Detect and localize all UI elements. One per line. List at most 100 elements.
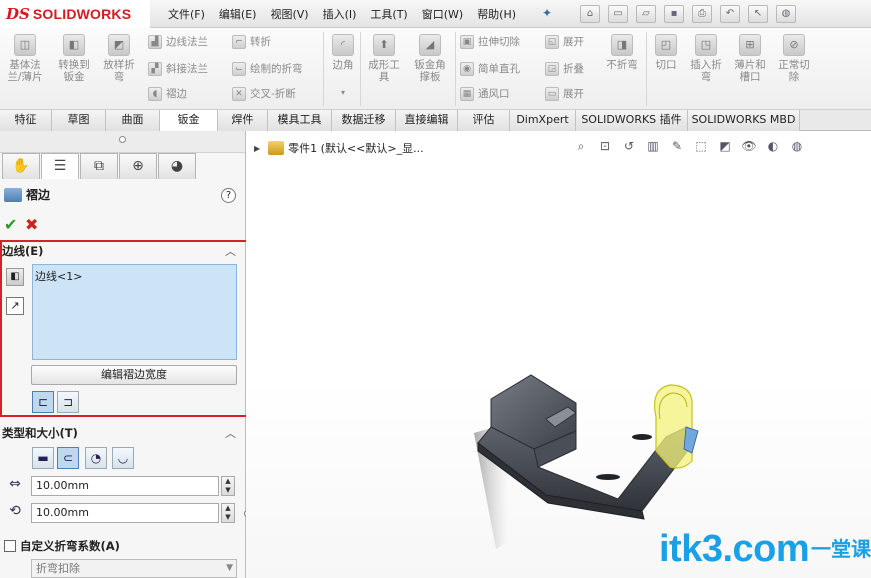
sheet-metal-model[interactable] [246,131,871,578]
miter-flange-icon: ▞ [148,61,162,76]
home-icon[interactable]: ⌂ [580,5,600,23]
configuration-manager-tab-icon[interactable]: ⧉ [80,153,118,179]
normal-cut-label: 正常切 除 [778,59,810,83]
custom-bend-allowance-checkbox[interactable] [4,540,16,552]
pin-icon[interactable]: ✦ [542,6,552,20]
print-icon[interactable]: ⎙ [692,5,712,23]
hem-length-field[interactable]: 10.00mm [31,476,219,496]
edges-group-header[interactable]: 边线(E) ︿ [2,243,242,261]
menu-file[interactable]: 文件(F) [168,6,205,22]
feature-manager-tab-icon[interactable]: ✋ [2,153,40,179]
no-bends-button[interactable]: ◨ 不折弯 [602,34,642,71]
cancel-icon[interactable]: ✖ [25,215,38,234]
lofted-bend-button[interactable]: ◩ 放样折 弯 [99,34,139,83]
tab-features[interactable]: 特征 [0,110,52,131]
panel-splitter[interactable] [0,131,245,153]
watermark-text: itk3.com [659,528,810,570]
quick-access-toolbar: ⌂ ▭ ▱ ▪ ⎙ ↶ ↖ ◍ [580,0,804,28]
tab-direct-editing[interactable]: 直接编辑 [396,110,458,131]
collapse-chevron-icon[interactable]: ︿ [225,243,236,259]
reverse-direction-icon[interactable]: ↗ [6,297,24,315]
material-inside-icon[interactable]: ⊏ [32,391,54,413]
corners-dropdown-icon[interactable]: ▾ [328,87,358,99]
edit-hem-width-button[interactable]: 编辑褶边宽度 [31,365,237,385]
rebuild-icon[interactable]: ◍ [776,5,796,23]
hem-rolled-icon[interactable]: ◡ [112,447,134,469]
convert-sheetmetal-button[interactable]: ◧ 转换到 钣金 [54,34,94,83]
base-flange-icon: ◫ [14,34,36,56]
tab-surfaces[interactable]: 曲面 [106,110,160,131]
hem-closed-icon[interactable]: ▬ [32,447,54,469]
tab-evaluate[interactable]: 评估 [458,110,510,131]
menu-window[interactable]: 窗口(W) [422,6,463,22]
display-manager-tab-icon[interactable]: ◕ [158,153,196,179]
corners-button[interactable]: ◜ 边角 ▾ [328,34,358,99]
rip-button[interactable]: ◰ 切口 [650,34,682,71]
hem-gap-spinner[interactable]: ▲ ▼ [221,503,235,523]
forming-tool-button[interactable]: ⬆ 成形工 具 [364,34,404,83]
bend-allowance-type-select[interactable]: 折弯扣除 ▼ [31,559,237,578]
unfold-label: 展开 [563,36,584,48]
fold-label: 折叠 [563,63,584,75]
selected-edge-highlight [683,426,699,454]
menu-view[interactable]: 视图(V) [270,6,308,22]
hem-open-icon[interactable]: ⊂ [57,447,79,469]
tab-sketch[interactable]: 草图 [52,110,106,131]
jog-button[interactable]: ⌐ 转折 [232,34,271,49]
insert-bends-button[interactable]: ◳ 插入折 弯 [686,34,726,83]
save-icon[interactable]: ▪ [664,5,684,23]
tab-weldments[interactable]: 焊件 [218,110,268,131]
splitter-dot-icon[interactable] [119,136,126,143]
vent-button[interactable]: ▦ 通风口 [460,86,510,101]
sketched-bend-button[interactable]: ⌙ 绘制的折弯 [232,61,303,76]
flatten-button[interactable]: ▭ 展开 [545,86,584,101]
undo-icon[interactable]: ↶ [720,5,740,23]
property-manager-tab-icon[interactable]: ☰ [41,153,79,179]
cross-break-label: 交叉-折断 [250,88,296,100]
edge-select-icon: ◧ [6,268,24,286]
tab-slot-button[interactable]: ⊞ 薄片和 槽口 [730,34,770,83]
menu-help[interactable]: 帮助(H) [477,6,516,22]
open-icon[interactable]: ▱ [636,5,656,23]
simple-hole-icon: ◉ [460,61,474,76]
hem-gap-field[interactable]: 10.00mm [31,503,219,523]
dimxpert-manager-tab-icon[interactable]: ⊕ [119,153,157,179]
menu-tools[interactable]: 工具(T) [370,6,407,22]
edge-selection-box[interactable]: 边线<1> [32,264,237,360]
tab-mold-tools[interactable]: 模具工具 [268,110,332,131]
hem-length-spinner[interactable]: ▲ ▼ [221,476,235,496]
command-tabs: 特征 草图 曲面 钣金 焊件 模具工具 数据迁移 直接编辑 评估 DimXper… [0,110,871,131]
simple-hole-button[interactable]: ◉ 简单直孔 [460,61,520,76]
hem-button[interactable]: ◖ 褶边 [148,86,187,101]
tab-dimxpert[interactable]: DimXpert [510,110,576,131]
base-flange-button[interactable]: ◫ 基体法 兰/薄片 [6,34,44,83]
help-icon[interactable]: ? [221,188,236,203]
miter-flange-button[interactable]: ▞ 斜接法兰 [148,61,208,76]
collapse-chevron-icon[interactable]: ︿ [225,425,236,441]
tab-solidworks-mbd[interactable]: SOLIDWORKS MBD [688,110,800,131]
new-file-icon[interactable]: ▭ [608,5,628,23]
ok-icon[interactable]: ✔ [4,215,17,234]
gusset-button[interactable]: ◢ 钣金角 撑板 [408,34,452,83]
menu-insert[interactable]: 插入(I) [323,6,357,22]
solidworks-logo[interactable]: DS SOLIDWORKS [0,0,150,28]
graphics-area[interactable]: ▶ 零件1 (默认<<默认>_显... ⌕ ⊡ ↺ ▥ ✎ ⬚ ◩ 👁 ◐ ◍ [246,131,871,578]
cross-break-button[interactable]: ✕ 交叉-折断 [232,86,296,101]
menu-edit[interactable]: 编辑(E) [219,6,257,22]
tab-solidworks-addins[interactable]: SOLIDWORKS 插件 [576,110,688,131]
select-icon[interactable]: ↖ [748,5,768,23]
type-size-group-header[interactable]: 类型和大小(T) ︿ [2,425,242,443]
hem-length-icon: ⇔ [9,476,21,492]
unfold-button[interactable]: ◱ 展开 [545,34,584,49]
custom-bend-allowance-row[interactable]: 自定义折弯系数(A) [4,538,120,554]
tab-data-migration[interactable]: 数据迁移 [332,110,396,131]
extruded-cut-button[interactable]: ▣ 拉伸切除 [460,34,520,49]
bend-outside-icon[interactable]: ⊐ [57,391,79,413]
hem-tear-drop-icon[interactable]: ◔ [85,447,107,469]
tab-sheet-metal[interactable]: 钣金 [160,110,218,131]
edge-flange-button[interactable]: ▟ 边线法兰 [148,34,208,49]
rip-label: 切口 [655,59,677,71]
fold-button[interactable]: ◲ 折叠 [545,61,584,76]
selected-edge-item[interactable]: 边线<1> [35,270,82,283]
normal-cut-button[interactable]: ⊘ 正常切 除 [774,34,814,83]
